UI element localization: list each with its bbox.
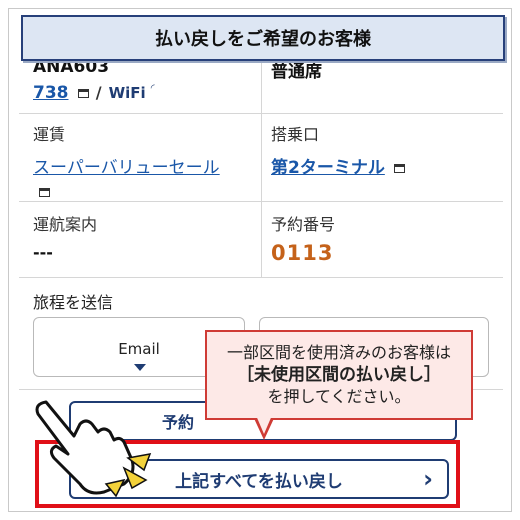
external-window-icon	[77, 89, 89, 98]
callout-line-1: 一部区間を使用済みのお客様は	[226, 343, 451, 362]
external-window-icon	[39, 188, 50, 197]
wifi-icon: ◜	[150, 83, 155, 94]
reservation-label: 予約番号	[271, 215, 336, 234]
column-divider	[261, 57, 262, 277]
boarding-label: 搭乗口	[271, 125, 320, 144]
terminal-link[interactable]: 第2ターミナル	[271, 158, 385, 178]
boarding-cell: 搭乗口 第2ターミナル	[271, 121, 405, 178]
callout-line-3: を押してください。	[267, 387, 411, 406]
fare-link[interactable]: スーパーバリューセール	[33, 158, 220, 178]
fare-cell: 運賃 スーパーバリューセール	[33, 121, 253, 201]
instruction-callout: 一部区間を使用済みのお客様は ［未使用区間の払い戻し］ を押してください。	[205, 330, 473, 420]
reservation-number: 0113	[271, 241, 334, 265]
flight-info: ANA603 738 / WiFi ◜	[33, 57, 155, 103]
page-title: 払い戻しをご希望のお客様	[21, 15, 505, 61]
operation-label: 運航案内	[33, 215, 98, 234]
wifi-label: WiFi	[108, 84, 146, 102]
callout-tail-inner	[255, 413, 273, 434]
callout-emphasis: ［未使用区間の払い戻し］	[237, 365, 441, 385]
fare-label: 運賃	[33, 125, 66, 144]
callout-line-2: ［未使用区間の払い戻し］	[207, 364, 471, 386]
chevron-down-icon	[134, 364, 146, 371]
reservation-cell: 予約番号 0113	[271, 211, 335, 265]
itinerary-label: 旅程を送信	[33, 293, 114, 312]
external-window-icon	[393, 164, 405, 173]
pointing-hand-icon	[35, 400, 152, 498]
operation-value: ---	[33, 243, 53, 262]
operation-cell: 運航案内 ---	[33, 211, 97, 262]
divider	[19, 277, 503, 278]
separator: /	[95, 83, 102, 102]
aircraft-link[interactable]: 738	[33, 83, 69, 103]
page-title-text: 払い戻しをご希望のお客様	[155, 29, 371, 50]
